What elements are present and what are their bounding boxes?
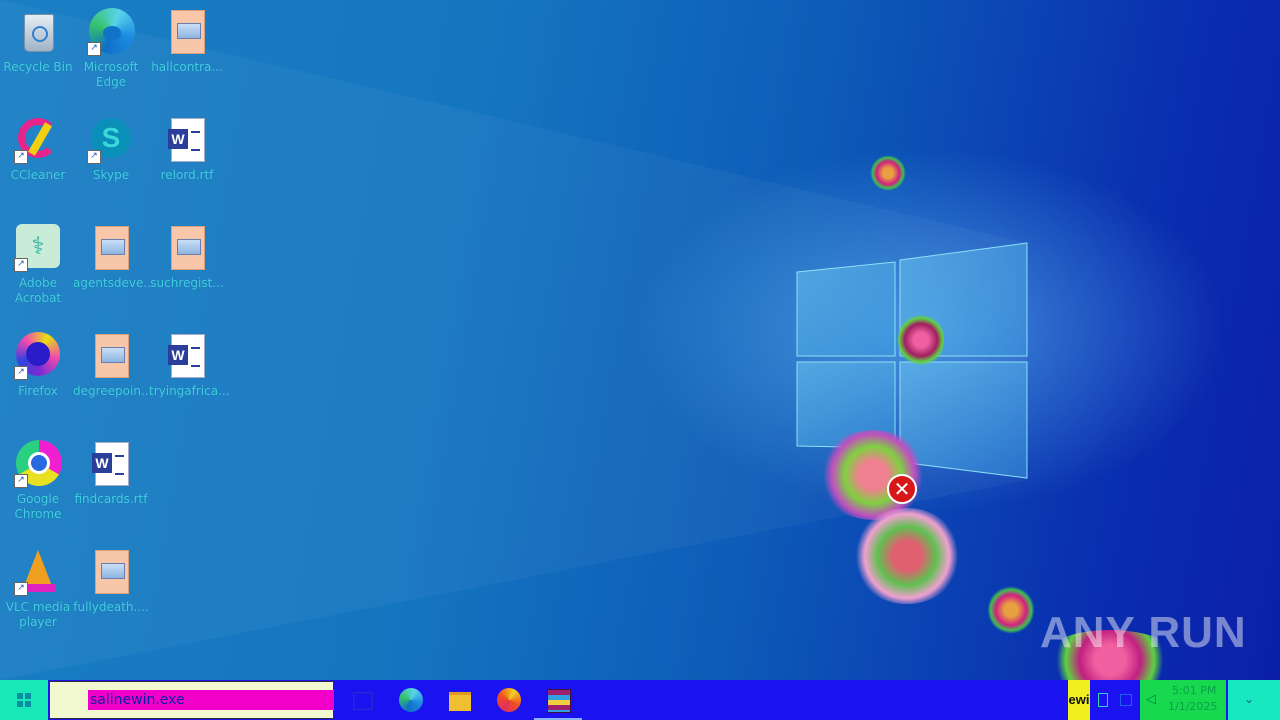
desktop-icon-suchregist[interactable]: suchregist...: [149, 224, 225, 291]
recycle-bin-icon: [14, 8, 62, 56]
icon-label: Google Chrome: [14, 492, 62, 521]
shortcut-arrow-icon: ↗: [14, 366, 28, 380]
windows-icon: [17, 693, 31, 707]
taskbar-firefox[interactable]: [485, 680, 533, 720]
icon-label: Microsoft Edge: [83, 60, 139, 89]
search-box[interactable]: salinewin.exe: [49, 681, 334, 719]
image-file-icon: [87, 224, 135, 272]
anyrun-watermark: ANY RUN: [1040, 608, 1247, 657]
winrar-icon: [547, 689, 571, 713]
shortcut-arrow-icon: ↗: [14, 474, 28, 488]
skype-icon: S ↗: [87, 116, 135, 164]
desktop-icon-firefox[interactable]: ↗ Firefox: [0, 332, 76, 399]
task-view-icon: [353, 692, 373, 710]
word-document-icon: W: [163, 332, 211, 380]
network-icon: [1098, 693, 1108, 707]
vlc-icon: ↗: [14, 548, 62, 596]
clock-time: 5:01 PM: [1172, 684, 1217, 697]
desktop-icon-vlc[interactable]: ↗ VLC media player: [0, 548, 76, 630]
desktop-icon-recycle-bin[interactable]: Recycle Bin: [0, 8, 76, 75]
volume-icon: [1120, 694, 1132, 706]
icon-label: suchregist...: [150, 276, 224, 290]
tray-network[interactable]: [1094, 680, 1112, 720]
acrobat-icon: ⚕ ↗: [14, 224, 62, 272]
taskbar-winrar[interactable]: [534, 680, 582, 720]
tray-text: ewi: [1068, 692, 1090, 707]
icon-label: agentsdeve...: [73, 276, 155, 290]
image-file-icon: [163, 224, 211, 272]
icon-label: fullydeath....: [73, 600, 149, 614]
desktop-icon-ccleaner[interactable]: ↗ CCleaner: [0, 116, 76, 183]
icon-label: relord.rtf: [160, 168, 214, 182]
taskbar-file-explorer[interactable]: [436, 680, 484, 720]
word-document-icon: W: [87, 440, 135, 488]
desktop-icon-findcards[interactable]: W findcards.rtf: [73, 440, 149, 507]
desktop-icon-degreepoin[interactable]: degreepoin...: [73, 332, 153, 399]
image-file-icon: [87, 548, 135, 596]
firefox-icon: ↗: [14, 332, 62, 380]
shortcut-arrow-icon: ↗: [14, 582, 28, 596]
clock-date: 1/1/2025: [1168, 700, 1218, 713]
file-explorer-icon: [449, 692, 471, 711]
desktop-icon-relord[interactable]: W relord.rtf: [149, 116, 225, 183]
icon-label: CCleaner: [10, 168, 66, 182]
icon-label: degreepoin...: [73, 384, 153, 398]
shortcut-arrow-icon: ↗: [14, 258, 28, 272]
shortcut-arrow-icon: ↗: [87, 150, 101, 164]
icon-label: VLC media player: [5, 600, 71, 629]
image-file-icon: [163, 8, 211, 56]
desktop-icon-google-chrome[interactable]: ↗ Google Chrome: [0, 440, 76, 522]
edge-icon: ↗: [87, 8, 135, 56]
word-document-icon: W: [163, 116, 211, 164]
search-input[interactable]: salinewin.exe: [90, 690, 185, 710]
ccleaner-icon: ↗: [14, 116, 62, 164]
shortcut-arrow-icon: ↗: [87, 42, 101, 56]
firefox-icon: [497, 688, 521, 712]
taskbar-edge[interactable]: [387, 680, 435, 720]
desktop-icon-agentsdeve[interactable]: agentsdeve...: [73, 224, 155, 291]
task-view-button[interactable]: [338, 680, 386, 720]
speaker-icon: ◁: [1146, 692, 1156, 707]
tray-overflow[interactable]: ewi: [1068, 680, 1090, 720]
chevron-down-icon: ⌄: [1244, 692, 1255, 706]
icon-label: tryingafrica...: [149, 384, 230, 398]
desktop-icon-fullydeath[interactable]: fullydeath....: [73, 548, 149, 615]
chrome-icon: ↗: [14, 440, 62, 488]
desktop-icon-adobe-acrobat[interactable]: ⚕ ↗ Adobe Acrobat: [0, 224, 76, 306]
edge-icon: [399, 688, 423, 712]
desktop: Recycle Bin ↗ Microsoft Edge hallcontra.…: [0, 0, 1280, 680]
image-file-icon: [87, 332, 135, 380]
icon-label: hallcontra...: [151, 60, 223, 74]
icon-label: Skype: [92, 168, 130, 182]
icon-label: Firefox: [18, 384, 58, 398]
tray-volume[interactable]: [1114, 680, 1138, 720]
shortcut-arrow-icon: ↗: [14, 150, 28, 164]
desktop-icon-tryingafrica[interactable]: W tryingafrica...: [149, 332, 230, 399]
icon-label: Recycle Bin: [3, 60, 73, 74]
desktop-icon-hallcontra[interactable]: hallcontra...: [149, 8, 225, 75]
icon-label: Adobe Acrobat: [14, 276, 62, 305]
icon-label: findcards.rtf: [74, 492, 148, 506]
notification-button[interactable]: ⌄: [1228, 680, 1280, 720]
clock[interactable]: ◁ 5:01 PM 1/1/2025: [1140, 680, 1226, 720]
error-icon: ✕: [887, 474, 917, 504]
desktop-icon-skype[interactable]: S ↗ Skype: [73, 116, 149, 183]
start-button[interactable]: [0, 680, 48, 720]
desktop-icon-microsoft-edge[interactable]: ↗ Microsoft Edge: [73, 8, 149, 90]
